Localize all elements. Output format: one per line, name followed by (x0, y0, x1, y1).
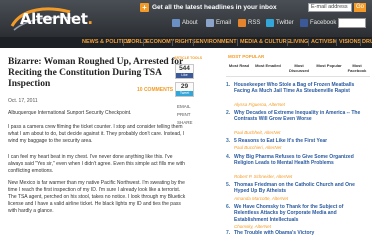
nav-activism[interactable]: ACTIVISM (311, 37, 337, 48)
story-title[interactable]: Housekeeper Who Stole a Bag of Frozen Me… (234, 82, 366, 95)
utility-link-facebook[interactable]: Facebook (310, 19, 336, 27)
story-title[interactable]: Why Decades of Extreme Inequality in Ame… (234, 110, 366, 123)
newsletter-signup: + Get all the latest headlines in your i… (140, 3, 372, 13)
story-title[interactable]: The Trouble with Obama's Victory (234, 230, 366, 236)
site-logo[interactable]: AlterNet. (8, 4, 93, 34)
article-paragraph: I can feel my heart beat in my chest. I'… (8, 154, 185, 174)
nav-drugs[interactable]: DRUGS (362, 37, 372, 48)
most-popular-sidebar: MOST POPULAR Most Read Most Emailed Most… (200, 48, 372, 240)
story-author: Alyssa Figueroa, AlterNet (234, 102, 285, 107)
facebook-like-label: Like (176, 73, 193, 78)
utility-nav: About Email RSS Twitter Facebook (172, 18, 368, 29)
email-icon[interactable] (206, 19, 214, 27)
story-author: Paul Buchheit, AlterNet (234, 130, 281, 135)
nav-visions[interactable]: VISIONS (339, 37, 361, 48)
story-number: 1. (226, 82, 231, 88)
nav-living[interactable]: LIVING (290, 37, 308, 48)
story-number: 3. (226, 138, 231, 144)
search-input[interactable] (338, 18, 366, 28)
newsletter-prompt: Get all the latest headlines in your inb… (152, 4, 277, 11)
story-author: Amanda Marcotte, AlterNet (234, 196, 289, 201)
story-author: Robert P. Schneider, AlterNet (234, 174, 293, 179)
article-byline: Albuquerque International Sunport Securi… (8, 110, 132, 116)
tweet-count: 29 (180, 83, 189, 90)
utility-link-about[interactable]: About (182, 19, 198, 27)
tweet-button[interactable]: 29 Tweet (175, 82, 194, 97)
rss-icon[interactable] (238, 19, 246, 27)
tab-most-popular[interactable]: Most Popular (316, 63, 342, 69)
article: Bizarre: Woman Roughed Up, Arrested for … (0, 48, 196, 240)
tab-most-discussed[interactable]: Most Discussed (284, 63, 314, 73)
story-number: 6. (226, 204, 231, 210)
story-number: 4. (226, 154, 231, 160)
story-title[interactable]: Why Big Pharma Refuses to Give Some Orga… (234, 154, 366, 167)
facebook-like-count: 544 (179, 65, 190, 72)
article-paragraph: New Mexico is far warmer than my native … (8, 180, 186, 214)
sidebar-tabs: Most Read Most Emailed Most Discussed Mo… (226, 63, 370, 74)
plus-icon: + (140, 3, 149, 12)
article-date: Oct. 17, 2011 (8, 98, 38, 104)
utility-link-rss[interactable]: RSS (248, 19, 260, 27)
info-icon[interactable] (172, 19, 180, 27)
email-article-link[interactable]: EMAIL (177, 104, 191, 109)
article-paragraph: I pass a camera crew filming the ticket … (8, 124, 185, 144)
tab-most-emailed[interactable]: Most Emailed (254, 63, 282, 69)
facebook-icon[interactable] (300, 19, 308, 27)
story-author: Paul Bucchieri, AlterNet (234, 145, 282, 150)
story-number: 5. (226, 182, 231, 188)
utility-link-twitter[interactable]: Twitter (276, 19, 294, 27)
comments-link[interactable]: 10 COMMENTS (137, 87, 173, 93)
tab-most-read[interactable]: Most Read (226, 63, 252, 69)
nav-media-culture[interactable]: MEDIA & CULTURE (240, 37, 290, 48)
nav-environment[interactable]: ENVIRONMENT (196, 37, 237, 48)
story-title[interactable]: Thomas Friedman on the Catholic Church a… (234, 182, 366, 195)
article-tools-label: ARTICLE TOOLS (174, 56, 203, 60)
story-number: 7. (226, 230, 231, 236)
story-title[interactable]: 5 Reasons to Eat Like It's the First Yea… (234, 138, 366, 144)
utility-link-email[interactable]: Email (216, 19, 231, 27)
story-number: 2. (226, 110, 231, 116)
nav-economy[interactable]: ECONOMY (146, 37, 174, 48)
category-nav: NEWS & POLITICS WORLD ECONOMY RIGHTS ENV… (0, 37, 372, 48)
share-article-link[interactable]: SHARE (177, 120, 193, 125)
story-title[interactable]: We Have Chomsky to Thank for the Subject… (234, 204, 366, 223)
article-tools: ARTICLE TOOLS 544 Like 29 Tweet EMAIL PR… (174, 48, 202, 240)
story-author: Chomsky, AlterNet (234, 224, 272, 229)
print-article-link[interactable]: PRINT (177, 112, 191, 117)
email-go-button[interactable]: Go (354, 3, 366, 12)
facebook-like-button[interactable]: 544 Like (175, 64, 194, 79)
tab-most-facebook[interactable]: Most Facebook (344, 63, 370, 73)
email-field[interactable]: E-mail address (308, 3, 352, 12)
site-header: AlterNet. + Get all the latest headlines… (0, 0, 372, 37)
article-headline: Bizarre: Woman Roughed Up, Arrested for … (8, 57, 184, 89)
twitter-icon[interactable] (266, 19, 274, 27)
sidebar-title: MOST POPULAR (228, 54, 265, 59)
logo-text: AlterNet. (20, 10, 93, 28)
tweet-label: Tweet (176, 91, 193, 96)
